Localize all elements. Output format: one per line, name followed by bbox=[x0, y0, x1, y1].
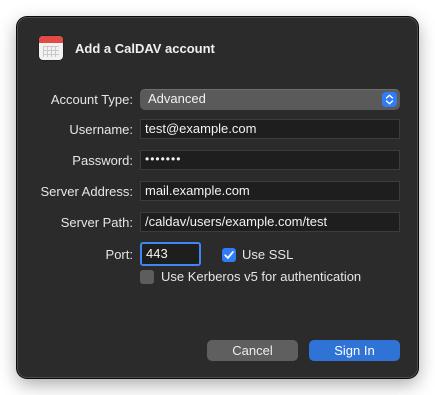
sign-in-button[interactable]: Sign In bbox=[309, 340, 400, 361]
use-kerberos-label: Use Kerberos v5 for authentication bbox=[161, 269, 362, 284]
calendar-icon bbox=[39, 36, 63, 60]
account-type-value: Advanced bbox=[148, 91, 206, 106]
account-type-label: Account Type: bbox=[50, 92, 133, 107]
server-address-field[interactable]: mail.example.com bbox=[140, 181, 400, 201]
server-path-label: Server Path: bbox=[60, 215, 133, 230]
use-ssl-label: Use SSL bbox=[242, 247, 294, 262]
server-address-label: Server Address: bbox=[40, 184, 134, 199]
port-field[interactable]: 443 bbox=[140, 242, 201, 266]
port-label: Port: bbox=[105, 247, 133, 262]
checkmark-icon bbox=[224, 251, 234, 259]
account-type-select[interactable]: Advanced bbox=[140, 89, 400, 110]
password-field[interactable]: ••••••• bbox=[140, 150, 400, 170]
chevron-up-down-icon bbox=[382, 92, 397, 107]
cancel-button[interactable]: Cancel bbox=[207, 340, 298, 361]
username-label: Username: bbox=[69, 122, 133, 137]
use-kerberos-checkbox[interactable] bbox=[140, 270, 154, 284]
caldav-dialog: Add a CalDAV account Account Type: Advan… bbox=[17, 17, 418, 378]
use-ssl-checkbox[interactable] bbox=[222, 248, 236, 262]
username-field[interactable]: test@example.com bbox=[140, 119, 400, 139]
password-label: Password: bbox=[72, 153, 133, 168]
dialog-title: Add a CalDAV account bbox=[75, 41, 215, 56]
server-path-field[interactable]: /caldav/users/example.com/test bbox=[140, 212, 400, 232]
